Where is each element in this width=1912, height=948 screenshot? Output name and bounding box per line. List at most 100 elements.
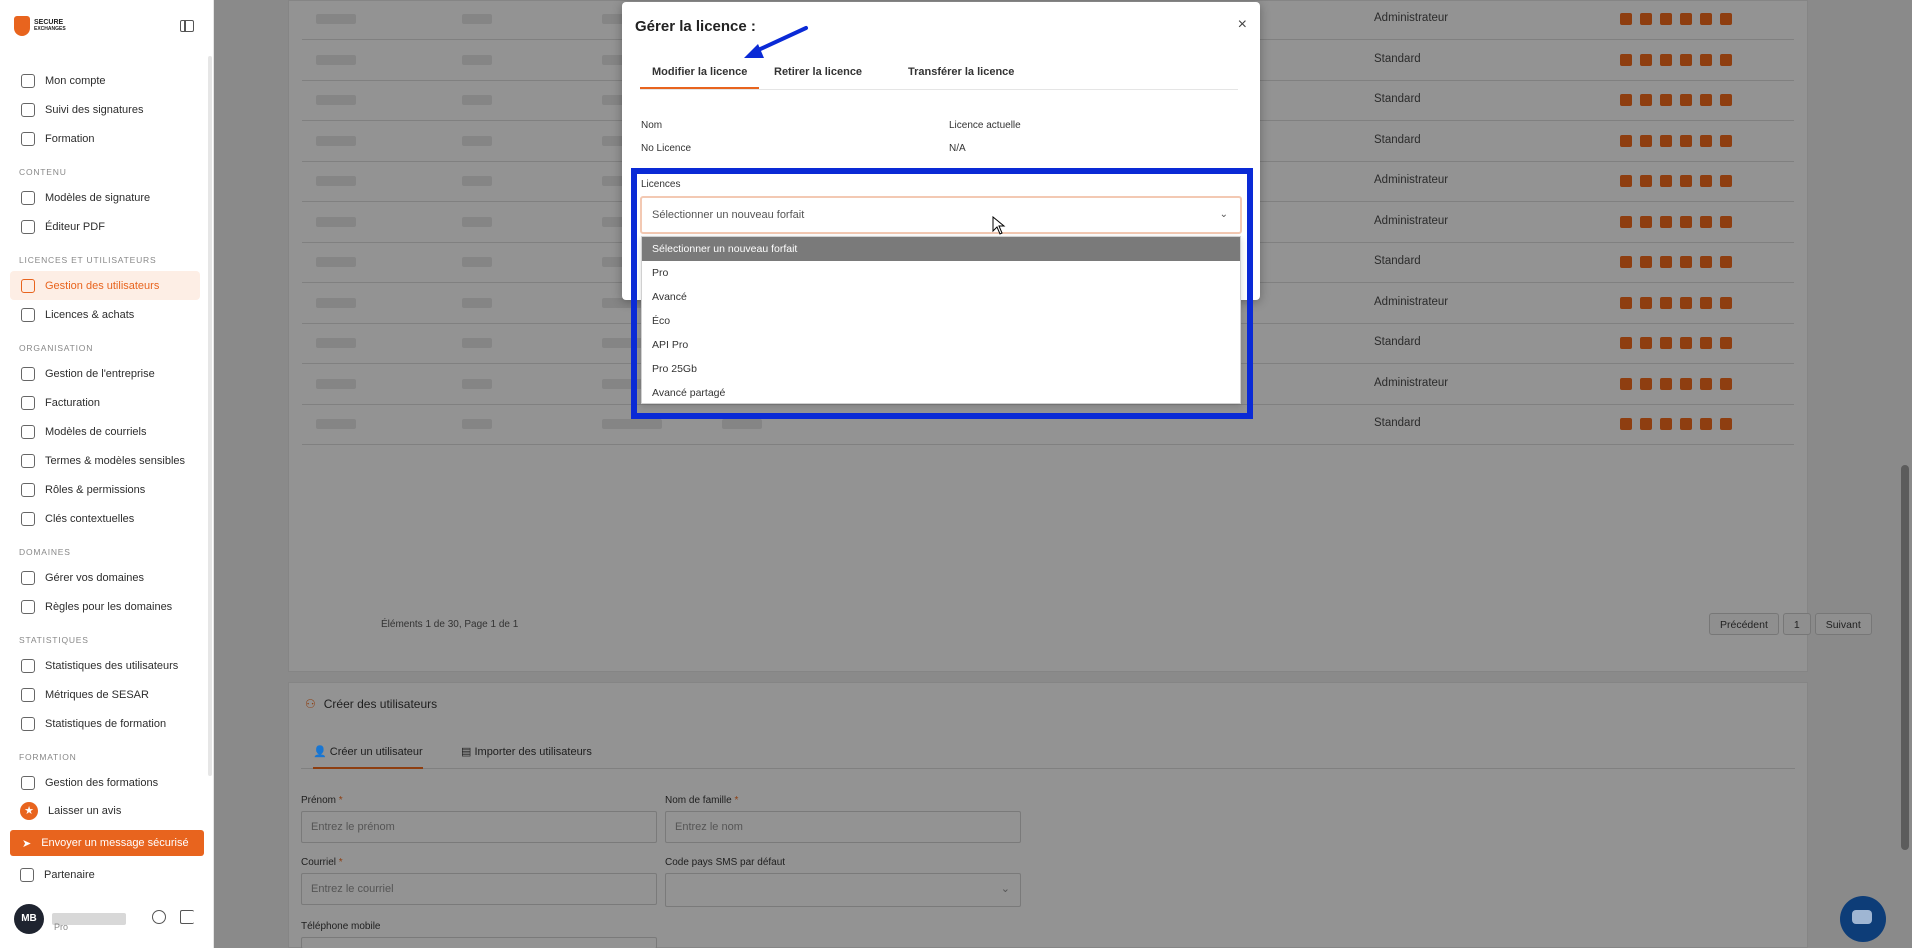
sidebar-item-mail[interactable]: Modèles de courriels bbox=[10, 417, 200, 446]
sidebar-item-building[interactable]: Gestion de l'entreprise bbox=[10, 359, 200, 388]
mail-icon[interactable] bbox=[1660, 53, 1672, 66]
sidebar-item-shield-check[interactable]: Rôles & permissions bbox=[10, 475, 200, 504]
mail-icon[interactable] bbox=[1660, 215, 1672, 228]
sms-country-select[interactable]: ⌄ bbox=[665, 873, 1021, 907]
sidebar-scrollbar[interactable] bbox=[208, 56, 212, 776]
user-edit-icon[interactable] bbox=[1620, 377, 1632, 390]
mail-icon[interactable] bbox=[1660, 337, 1672, 349]
tab-import-users[interactable]: ▤ Importer des utilisateurs bbox=[461, 745, 592, 758]
graduation-icon[interactable] bbox=[1720, 418, 1732, 430]
book-icon[interactable] bbox=[1700, 13, 1712, 25]
badge-icon[interactable] bbox=[1640, 418, 1652, 430]
badge-icon[interactable] bbox=[1640, 296, 1652, 309]
book-icon[interactable] bbox=[1700, 94, 1712, 106]
graduation-icon[interactable] bbox=[1720, 175, 1732, 187]
mail-icon[interactable] bbox=[1660, 175, 1672, 187]
history-icon[interactable] bbox=[1680, 215, 1692, 228]
sidebar-item-rules[interactable]: Règles pour les domaines bbox=[10, 592, 200, 621]
graduation-icon[interactable] bbox=[1720, 377, 1732, 390]
user-edit-icon[interactable] bbox=[1620, 13, 1632, 25]
badge-icon[interactable] bbox=[1640, 53, 1652, 66]
licence-plan-option[interactable]: API Pro bbox=[642, 333, 1240, 357]
book-icon[interactable] bbox=[1700, 53, 1712, 66]
book-icon[interactable] bbox=[1700, 296, 1712, 309]
mail-icon[interactable] bbox=[1660, 418, 1672, 430]
sidebar-item-stats[interactable]: Statistiques de formation bbox=[10, 709, 200, 738]
page-scrollbar-thumb[interactable] bbox=[1901, 465, 1909, 850]
licence-plan-option[interactable]: Avancé bbox=[642, 285, 1240, 309]
history-icon[interactable] bbox=[1680, 418, 1692, 430]
leave-review-button[interactable]: ★ Laisser un avis bbox=[0, 796, 214, 826]
history-icon[interactable] bbox=[1680, 296, 1692, 309]
logout-icon[interactable] bbox=[180, 910, 194, 924]
badge-icon[interactable] bbox=[1640, 337, 1652, 349]
firstname-input[interactable]: Entrez le prénom bbox=[301, 811, 657, 843]
send-secure-message-button[interactable]: ➤ Envoyer un message sécurisé bbox=[10, 830, 204, 856]
tab-modify-licence[interactable]: Modifier la licence bbox=[640, 66, 760, 89]
user-edit-icon[interactable] bbox=[1620, 94, 1632, 106]
history-icon[interactable] bbox=[1680, 53, 1692, 66]
user-edit-icon[interactable] bbox=[1620, 215, 1632, 228]
user-edit-icon[interactable] bbox=[1620, 134, 1632, 147]
badge-icon[interactable] bbox=[1640, 134, 1652, 147]
next-page-button[interactable]: Suivant bbox=[1814, 613, 1872, 635]
history-icon[interactable] bbox=[1680, 175, 1692, 187]
partner-link[interactable]: Partenaire bbox=[0, 860, 214, 890]
history-icon[interactable] bbox=[1680, 337, 1692, 349]
email-input[interactable]: Entrez le courriel bbox=[301, 873, 657, 905]
user-profile[interactable]: MB Pro bbox=[14, 904, 126, 934]
badge-icon[interactable] bbox=[1640, 377, 1652, 390]
history-icon[interactable] bbox=[1680, 256, 1692, 268]
book-icon[interactable] bbox=[1700, 175, 1712, 187]
graduation-icon[interactable] bbox=[1720, 53, 1732, 66]
licence-plan-option[interactable]: Éco bbox=[642, 309, 1240, 333]
mail-icon[interactable] bbox=[1660, 134, 1672, 147]
graduation-icon[interactable] bbox=[1720, 134, 1732, 147]
graduation-icon[interactable] bbox=[1720, 256, 1732, 268]
licence-plan-option[interactable]: Avancé partagé bbox=[642, 381, 1240, 405]
sidebar-item-template[interactable]: Modèles de signature bbox=[10, 183, 200, 212]
sidebar-item-key[interactable]: Clés contextuelles bbox=[10, 504, 200, 533]
licence-plan-option[interactable]: Pro 25Gb bbox=[642, 357, 1240, 381]
mail-icon[interactable] bbox=[1660, 296, 1672, 309]
history-icon[interactable] bbox=[1680, 94, 1692, 106]
language-globe-icon[interactable] bbox=[152, 910, 166, 924]
book-icon[interactable] bbox=[1700, 215, 1712, 228]
badge-icon[interactable] bbox=[1640, 215, 1652, 228]
mail-icon[interactable] bbox=[1660, 256, 1672, 268]
book-icon[interactable] bbox=[1700, 418, 1712, 430]
sidebar-item-invoice[interactable]: Facturation bbox=[10, 388, 200, 417]
licence-plan-option[interactable]: Pro bbox=[642, 261, 1240, 285]
mail-icon[interactable] bbox=[1660, 377, 1672, 390]
close-icon[interactable]: × bbox=[1238, 16, 1247, 34]
book-icon[interactable] bbox=[1700, 256, 1712, 268]
tab-create-user[interactable]: 👤 Créer un utilisateur bbox=[313, 745, 423, 769]
graduation-icon[interactable] bbox=[1720, 13, 1732, 25]
licence-plan-select[interactable]: Sélectionner un nouveau forfait ⌄ bbox=[640, 196, 1242, 234]
graduation-icon[interactable] bbox=[1720, 215, 1732, 228]
book-icon[interactable] bbox=[1700, 337, 1712, 349]
user-edit-icon[interactable] bbox=[1620, 296, 1632, 309]
sidebar-item-license[interactable]: Licences & achats bbox=[10, 300, 200, 329]
lastname-input[interactable]: Entrez le nom bbox=[665, 811, 1021, 843]
sidebar-item-book[interactable]: Formation bbox=[10, 124, 200, 153]
sidebar-item-line-chart[interactable]: Métriques de SESAR bbox=[10, 680, 200, 709]
sidebar-item-training[interactable]: Gestion des formations bbox=[10, 768, 200, 797]
page-number-button[interactable]: 1 bbox=[1782, 613, 1811, 635]
logo[interactable]: SECURE EXCHANGES bbox=[14, 16, 66, 36]
history-icon[interactable] bbox=[1680, 377, 1692, 390]
history-icon[interactable] bbox=[1680, 134, 1692, 147]
graduation-icon[interactable] bbox=[1720, 296, 1732, 309]
book-icon[interactable] bbox=[1700, 377, 1712, 390]
graduation-icon[interactable] bbox=[1720, 337, 1732, 349]
sidebar-item-pen[interactable]: Suivi des signatures bbox=[10, 95, 200, 124]
sidebar-item-bar-chart[interactable]: Statistiques des utilisateurs bbox=[10, 651, 200, 680]
badge-icon[interactable] bbox=[1640, 256, 1652, 268]
badge-icon[interactable] bbox=[1640, 13, 1652, 25]
chat-icon[interactable] bbox=[1840, 896, 1886, 942]
sidebar-item-globe[interactable]: Gérer vos domaines bbox=[10, 563, 200, 592]
user-edit-icon[interactable] bbox=[1620, 418, 1632, 430]
user-edit-icon[interactable] bbox=[1620, 256, 1632, 268]
previous-page-button[interactable]: Précédent bbox=[1709, 613, 1779, 635]
phone-input[interactable] bbox=[301, 937, 657, 948]
